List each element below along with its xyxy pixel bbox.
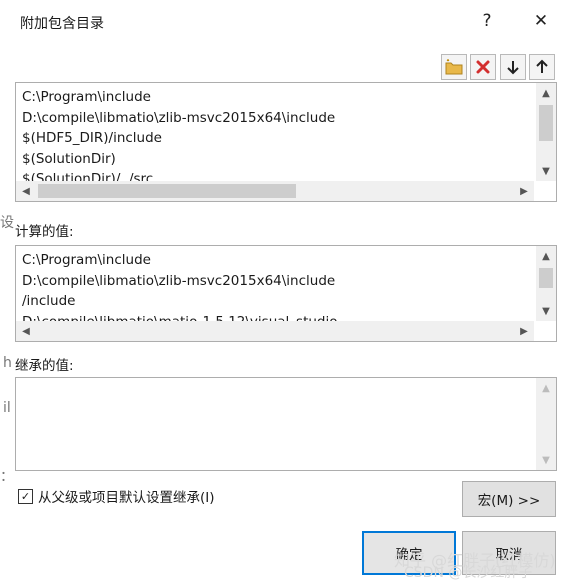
help-icon: ?	[482, 11, 492, 31]
scroll-left-icon[interactable]: ◀	[16, 321, 36, 341]
move-down-icon	[507, 61, 519, 75]
inherit-checkbox-label: 从父级或项目默认设置继承(I)	[38, 490, 215, 506]
horizontal-scrollbar[interactable]: ◀ ▶	[16, 321, 534, 341]
checkmark-icon: ✓	[20, 489, 31, 503]
close-icon: ✕	[533, 11, 549, 31]
close-button[interactable]: ✕	[524, 6, 558, 36]
scroll-up-icon[interactable]: ▲	[536, 378, 556, 398]
scroll-down-icon[interactable]: ▼	[536, 161, 556, 181]
delete-line-button[interactable]	[470, 54, 496, 80]
additional-include-dirs-dialog: 附加包含目录 ? ✕ 设 h il ： C:\Program\include D…	[0, 0, 565, 584]
move-up-button[interactable]	[529, 54, 555, 80]
computed-values-label: 计算的值:	[15, 224, 74, 240]
list-item: C:\Program\include	[22, 252, 151, 268]
list-item[interactable]: $(SolutionDir)	[22, 149, 530, 170]
list-item[interactable]: D:\compile\libmatio\zlib-msvc2015x64\inc…	[22, 108, 530, 129]
move-down-button[interactable]	[500, 54, 526, 80]
list-item: D:\compile\libmatio\zlib-msvc2015x64\inc…	[22, 272, 336, 289]
dialog-title: 附加包含目录	[20, 16, 104, 32]
scroll-thumb[interactable]	[539, 268, 553, 288]
inherit-checkbox[interactable]: ✓	[18, 488, 33, 504]
scroll-up-icon[interactable]: ▲	[536, 83, 556, 103]
inherited-values-list: ▲ ▼	[15, 377, 557, 471]
background-fragment: 设	[0, 215, 14, 231]
computed-values-list: C:\Program\include D:\compile\libmatio\z…	[15, 245, 557, 342]
background-fragment: h	[3, 355, 12, 371]
new-line-button[interactable]	[441, 54, 467, 80]
scroll-thumb[interactable]	[38, 184, 296, 198]
scroll-right-icon[interactable]: ▶	[514, 181, 534, 201]
horizontal-scrollbar[interactable]: ◀ ▶	[16, 181, 534, 201]
delete-icon	[476, 60, 490, 74]
new-folder-icon	[445, 59, 463, 75]
scroll-thumb[interactable]	[539, 105, 553, 141]
computed-values-lines: C:\Program\include D:\compile\libmatio\z…	[22, 250, 530, 332]
scroll-right-icon[interactable]: ▶	[514, 321, 534, 341]
scroll-down-icon[interactable]: ▼	[536, 301, 556, 321]
background-fragment: il	[3, 400, 11, 416]
include-dirs-lines: C:\Program\include D:\compile\libmatio\z…	[22, 87, 530, 190]
macro-button[interactable]: 宏(M) >>	[462, 481, 556, 517]
inherited-values-label: 继承的值:	[15, 358, 74, 374]
watermark-line-2: CSDN @长沙红胖子	[404, 565, 533, 581]
list-item: /include	[22, 293, 76, 309]
help-button[interactable]: ?	[470, 6, 504, 36]
vertical-scrollbar[interactable]: ▲ ▼	[536, 83, 556, 181]
scroll-left-icon[interactable]: ◀	[16, 181, 36, 201]
include-dirs-list[interactable]: C:\Program\include D:\compile\libmatio\z…	[15, 82, 557, 202]
list-item[interactable]: C:\Program\include	[22, 87, 530, 108]
inherit-checkbox-row[interactable]: ✓ 从父级或项目默认设置继承(I)	[18, 486, 215, 506]
list-item[interactable]: $(HDF5_DIR)/include	[22, 128, 530, 149]
vertical-scrollbar[interactable]: ▲ ▼	[536, 378, 556, 470]
vertical-scrollbar[interactable]: ▲ ▼	[536, 246, 556, 321]
scroll-down-icon[interactable]: ▼	[536, 450, 556, 470]
move-up-icon	[536, 59, 548, 73]
scroll-up-icon[interactable]: ▲	[536, 246, 556, 266]
background-fragment: ：	[0, 469, 14, 485]
